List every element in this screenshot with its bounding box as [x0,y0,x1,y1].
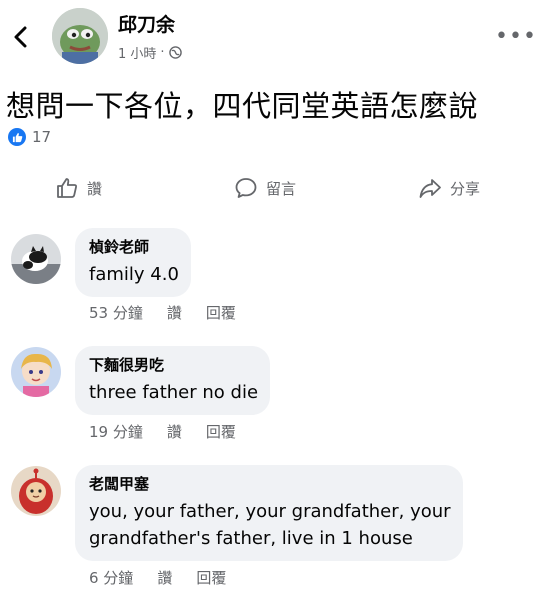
post-action-bar: 讚 留言 分享 [0,176,546,210]
comment-like-link[interactable]: 讚 [167,421,182,442]
author-avatar[interactable] [52,8,108,64]
comment-icon [235,178,257,198]
comment-author[interactable]: 楨鈴老師 [89,236,179,257]
comment-footer: 19 分鐘 讚 回覆 [89,421,260,442]
post-meta: 1 小時 · [118,43,182,62]
reaction-count: 17 [32,128,52,146]
comment-author[interactable]: 老闆甲塞 [89,473,451,494]
comment-text: three father no die [89,382,259,403]
comment-button[interactable]: 留言 [234,176,296,200]
cat-avatar-image [11,234,61,284]
share-label: 分享 [450,179,481,198]
comment-bubble: 楨鈴老師 family 4.0 [75,228,191,297]
author-name[interactable]: 邱刀余 [118,10,175,37]
comment-time[interactable]: 6 分鐘 [89,567,133,588]
comment-time[interactable]: 19 分鐘 [89,421,143,442]
comment-footer: 53 分鐘 讚 回覆 [89,302,260,323]
more-icon: ••• [495,24,537,49]
comment-avatar[interactable] [11,234,61,284]
like-icon [57,178,77,198]
comment-reply-link[interactable]: 回覆 [206,421,236,442]
comment-footer: 6 分鐘 讚 回覆 [89,567,250,588]
post-time[interactable]: 1 小時 [118,43,156,62]
frog-avatar-image [52,8,108,64]
comment-bubble: 下麵很男吃 three father no die [75,346,271,415]
comment-avatar[interactable] [11,466,61,516]
comment-reply-link[interactable]: 回覆 [196,567,226,588]
reaction-summary[interactable]: 17 [8,128,51,146]
anime-avatar-image [11,347,61,397]
comment-reply-link[interactable]: 回覆 [206,302,236,323]
comment-author[interactable]: 下麵很男吃 [89,354,258,375]
like-button[interactable]: 讚 [55,176,102,200]
comment-like-link[interactable]: 讚 [167,302,182,323]
comment-text-line: grandfather's father, live in 1 house [89,528,413,549]
back-button[interactable] [8,22,34,52]
comment-bubble: 老闆甲塞 you, your father, your grandfather,… [75,465,463,561]
comment-like-link[interactable]: 讚 [157,567,172,588]
like-reaction-icon [8,128,26,146]
more-options-button[interactable]: ••• [495,24,537,49]
like-label: 讚 [87,179,103,198]
post-text: 想問一下各位，四代同堂英語怎麼說 [6,89,479,123]
comment-text: family 4.0 [89,264,179,285]
comment-label: 留言 [266,179,297,198]
teletubby-avatar-image [11,466,61,516]
comment-time[interactable]: 53 分鐘 [89,302,143,323]
meta-separator: · [160,45,165,60]
back-icon [14,26,27,48]
comment-text-line: you, your father, your grandfather, your [89,501,451,522]
share-button[interactable]: 分享 [418,176,480,200]
comment-avatar[interactable] [11,347,61,397]
globe-icon [168,46,182,59]
share-icon [419,179,441,198]
